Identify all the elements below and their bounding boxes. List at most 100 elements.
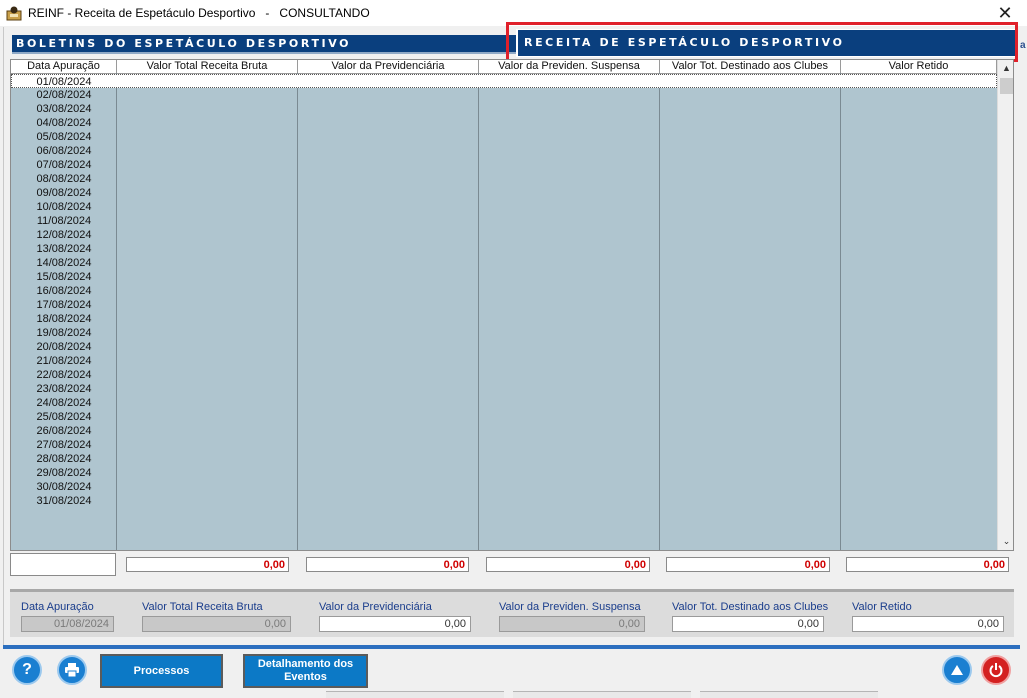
row-date: 29/08/2024 xyxy=(36,467,92,479)
table-row[interactable]: 31/08/2024 xyxy=(11,494,117,508)
table-row[interactable]: 09/08/2024 xyxy=(11,186,117,200)
table-row[interactable]: 03/08/2024 xyxy=(11,102,117,116)
total-receita-bruta: 0,00 xyxy=(126,557,289,572)
detail-label-valor-retido: Valor Retido xyxy=(852,601,912,613)
table-row[interactable]: 23/08/2024 xyxy=(11,382,117,396)
data-apuracao-field: 01/08/2024 xyxy=(21,616,114,632)
bottom-toolbar: ? Processos Detalhamento dos Eventos xyxy=(3,645,1020,697)
table-row[interactable]: 14/08/2024 xyxy=(11,256,117,270)
table-row[interactable]: 26/08/2024 xyxy=(11,424,117,438)
col-header-destinado-clubes[interactable]: Valor Tot. Destinado aos Clubes xyxy=(660,60,841,73)
table-row[interactable]: 17/08/2024 xyxy=(11,298,117,312)
row-date: 23/08/2024 xyxy=(36,383,92,395)
table-row[interactable]: 28/08/2024 xyxy=(11,452,117,466)
table-row[interactable]: 06/08/2024 xyxy=(11,144,117,158)
power-icon[interactable] xyxy=(981,655,1011,685)
detalhamento-eventos-button[interactable]: Detalhamento dos Eventos xyxy=(243,654,368,688)
scroll-down-icon[interactable]: ⌄ xyxy=(998,533,1013,550)
row-date: 18/08/2024 xyxy=(36,313,92,325)
detail-label-destinado-clubes: Valor Tot. Destinado aos Clubes xyxy=(672,601,829,613)
totals-row: 0,00 0,00 0,00 0,00 0,00 xyxy=(10,553,1014,577)
table-row[interactable]: 13/08/2024 xyxy=(11,242,117,256)
help-icon[interactable]: ? xyxy=(12,655,42,685)
row-date: 08/08/2024 xyxy=(36,173,92,185)
vertical-scrollbar[interactable]: ▲ ⌄ xyxy=(997,60,1013,550)
scroll-thumb[interactable] xyxy=(1000,78,1013,94)
scroll-up-icon[interactable]: ▲ xyxy=(998,60,1013,77)
window-title: REINF - Receita de Espetáculo Desportivo… xyxy=(28,6,370,20)
table-row[interactable]: 01/08/2024 xyxy=(11,74,997,88)
table-row[interactable]: 27/08/2024 xyxy=(11,438,117,452)
table-row[interactable]: 04/08/2024 xyxy=(11,116,117,130)
table-row[interactable]: 11/08/2024 xyxy=(11,214,117,228)
col-header-previdenciaria[interactable]: Valor da Previdenciária xyxy=(298,60,479,73)
row-date: 25/08/2024 xyxy=(36,411,92,423)
row-date: 06/08/2024 xyxy=(36,145,92,157)
boletins-grid[interactable]: Data Apuração Valor Total Receita Bruta … xyxy=(10,59,1014,551)
row-date: 21/08/2024 xyxy=(36,355,92,367)
total-previden-suspensa: 0,00 xyxy=(486,557,650,572)
table-row[interactable]: 10/08/2024 xyxy=(11,200,117,214)
total-valor-retido: 0,00 xyxy=(846,557,1009,572)
row-date: 13/08/2024 xyxy=(36,243,92,255)
detail-panel: Data Apuração Valor Total Receita Bruta … xyxy=(10,589,1014,637)
scroll-top-icon[interactable] xyxy=(942,655,972,685)
col-header-data-apuracao[interactable]: Data Apuração xyxy=(11,60,117,73)
table-row[interactable]: 19/08/2024 xyxy=(11,326,117,340)
row-date: 27/08/2024 xyxy=(36,439,92,451)
row-date: 01/08/2024 xyxy=(36,76,92,88)
table-row[interactable]: 02/08/2024 xyxy=(11,88,117,102)
table-row[interactable]: 07/08/2024 xyxy=(11,158,117,172)
detail-label-data: Data Apuração xyxy=(21,601,94,613)
table-row[interactable]: 05/08/2024 xyxy=(11,130,117,144)
row-date: 20/08/2024 xyxy=(36,341,92,353)
detail-label-receita-bruta: Valor Total Receita Bruta xyxy=(142,601,263,613)
table-row[interactable]: 24/08/2024 xyxy=(11,396,117,410)
col-header-valor-retido[interactable]: Valor Retido xyxy=(841,60,997,73)
table-row[interactable]: 22/08/2024 xyxy=(11,368,117,382)
destinado-clubes-field[interactable]: 0,00 xyxy=(672,616,824,632)
row-date: 15/08/2024 xyxy=(36,271,92,283)
valor-retido-field[interactable]: 0,00 xyxy=(852,616,1004,632)
row-date: 26/08/2024 xyxy=(36,425,92,437)
row-date: 24/08/2024 xyxy=(36,397,92,409)
table-row[interactable]: 20/08/2024 xyxy=(11,340,117,354)
processos-button[interactable]: Processos xyxy=(100,654,223,688)
table-row[interactable]: 29/08/2024 xyxy=(11,466,117,480)
table-row[interactable]: 25/08/2024 xyxy=(11,410,117,424)
row-date: 16/08/2024 xyxy=(36,285,92,297)
table-row[interactable]: 15/08/2024 xyxy=(11,270,117,284)
row-date: 02/08/2024 xyxy=(36,89,92,101)
power-glyph xyxy=(989,663,1003,678)
table-row[interactable]: 12/08/2024 xyxy=(11,228,117,242)
row-date: 05/08/2024 xyxy=(36,131,92,143)
detail-label-previden-suspensa: Valor da Previden. Suspensa xyxy=(499,601,641,613)
column-divider xyxy=(478,73,479,550)
table-row[interactable]: 16/08/2024 xyxy=(11,284,117,298)
printer-glyph xyxy=(65,663,79,677)
column-divider xyxy=(840,73,841,550)
table-row[interactable]: 18/08/2024 xyxy=(11,312,117,326)
row-date: 22/08/2024 xyxy=(36,369,92,381)
previdenciaria-field[interactable]: 0,00 xyxy=(319,616,471,632)
col-header-previden-suspensa[interactable]: Valor da Previden. Suspensa xyxy=(479,60,660,73)
column-divider xyxy=(659,73,660,550)
total-previdenciaria: 0,00 xyxy=(306,557,469,572)
row-date: 10/08/2024 xyxy=(36,201,92,213)
row-date: 30/08/2024 xyxy=(36,481,92,493)
table-row[interactable]: 30/08/2024 xyxy=(11,480,117,494)
triangle-up-glyph xyxy=(951,665,963,675)
col-header-receita-bruta[interactable]: Valor Total Receita Bruta xyxy=(117,60,298,73)
boletins-header: BOLETINS DO ESPETÁCULO DESPORTIVO xyxy=(12,35,516,54)
app-icon xyxy=(6,6,22,21)
table-row[interactable]: 08/08/2024 xyxy=(11,172,117,186)
table-row[interactable]: 21/08/2024 xyxy=(11,354,117,368)
row-date: 17/08/2024 xyxy=(36,299,92,311)
detail-label-previdenciaria: Valor da Previdenciária xyxy=(319,601,432,613)
column-divider xyxy=(297,73,298,550)
row-date: 03/08/2024 xyxy=(36,103,92,115)
row-date: 19/08/2024 xyxy=(36,327,92,339)
row-date: 07/08/2024 xyxy=(36,159,92,171)
printer-icon[interactable] xyxy=(57,655,87,685)
row-date: 04/08/2024 xyxy=(36,117,92,129)
